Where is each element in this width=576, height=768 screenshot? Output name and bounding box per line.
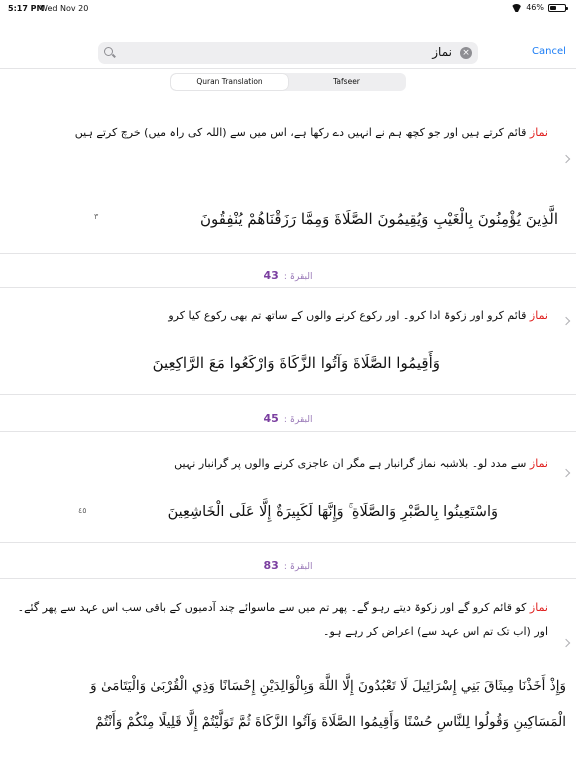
translation-text: نماز کو قائم کرو گے اور زکوۃ دیتے رہو گے… [8, 596, 548, 644]
chevron-right-icon [561, 638, 571, 648]
surah-name: البقرۃ : [283, 272, 313, 282]
status-date: Wed Nov 20 [40, 4, 89, 13]
tab-tafseer[interactable]: Tafseer [288, 74, 405, 90]
verse-number: 83 [263, 559, 279, 572]
translation-text: نماز قائم کرو اور زکوۃ ادا کرو۔ اور رکوع… [28, 306, 548, 326]
header-divider [0, 68, 576, 69]
search-icon [104, 47, 113, 56]
row-divider [0, 542, 576, 543]
chevron-right-icon [561, 468, 571, 478]
highlight-word: نماز [529, 126, 548, 139]
surah-reference: البقرۃ : 43 [200, 264, 376, 283]
translation-text: نماز قائم کرتے ہیں اور جو کچھ ہم نے انہی… [28, 122, 548, 144]
status-right: 46% [511, 3, 568, 12]
row-divider [0, 578, 576, 579]
segmented-control: Quran Translation Tafseer [170, 73, 406, 91]
results-list: نماز قائم کرتے ہیں اور جو کچھ ہم نے انہی… [0, 92, 576, 768]
status-bar: 5:17 PM Wed Nov 20 46% [0, 0, 576, 20]
row-divider [0, 287, 576, 288]
verse-mark: ٣ [94, 212, 99, 221]
translation-rest: سے مدد لو۔ بلاشبہ نماز گرانبار ہے مگر ان… [174, 457, 530, 470]
surah-reference: البقرۃ : 45 [200, 407, 376, 426]
arabic-verse: وَأَقِيمُوا الصَّلَاةَ وَآتُوا الزَّكَاة… [152, 354, 440, 372]
translation-text: نماز سے مدد لو۔ بلاشبہ نماز گرانبار ہے م… [28, 454, 548, 474]
verse-number: 45 [263, 412, 279, 425]
arabic-verse: الَّذِينَ يُؤْمِنُونَ بِالْغَيْبِ وَيُقِ… [200, 210, 558, 228]
chevron-right-icon [561, 316, 571, 326]
translation-rest: قائم کرتے ہیں اور جو کچھ ہم نے انہیں دے … [74, 126, 530, 139]
highlight-word: نماز [529, 457, 548, 470]
surah-reference: البقرۃ : 83 [200, 554, 376, 573]
verse-mark: ٤٥ [78, 506, 87, 515]
translation-rest: کو قائم کرو گے اور زکوۃ دیتے رہو گے۔ پھر… [17, 601, 548, 638]
search-input[interactable]: نماز [432, 45, 452, 59]
arabic-verse: وَاسْتَعِينُوا بِالصَّبْرِ وَالصَّلَاةِ … [167, 504, 498, 520]
battery-fill [550, 5, 557, 10]
highlight-word: نماز [529, 601, 548, 614]
row-divider [0, 431, 576, 432]
row-divider [0, 253, 576, 254]
arabic-verse-line-1: وَإِذْ أَخَذْنَا مِيثَاقَ بَنِي إِسْرَائ… [90, 678, 566, 694]
verse-number: 43 [263, 269, 279, 282]
search-bar[interactable]: نماز × [98, 42, 478, 64]
clear-search-icon[interactable]: × [460, 47, 472, 59]
surah-name: البقرۃ : [283, 415, 313, 425]
row-divider [0, 394, 576, 395]
tab-quran-translation[interactable]: Quran Translation [171, 74, 288, 90]
translation-rest: قائم کرو اور زکوۃ ادا کرو۔ اور رکوع کرنے… [168, 309, 530, 322]
arabic-verse-line-2: الْمَسَاكِينِ وَقُولُوا لِلنَّاسِ حُسْنً… [95, 714, 566, 730]
cancel-button[interactable]: Cancel [532, 46, 566, 57]
battery-percent: 46% [526, 3, 544, 12]
battery-icon [548, 3, 568, 12]
surah-name: البقرۃ : [283, 562, 313, 572]
wifi-icon [511, 4, 522, 12]
highlight-word: نماز [529, 309, 548, 322]
chevron-right-icon [561, 154, 571, 164]
